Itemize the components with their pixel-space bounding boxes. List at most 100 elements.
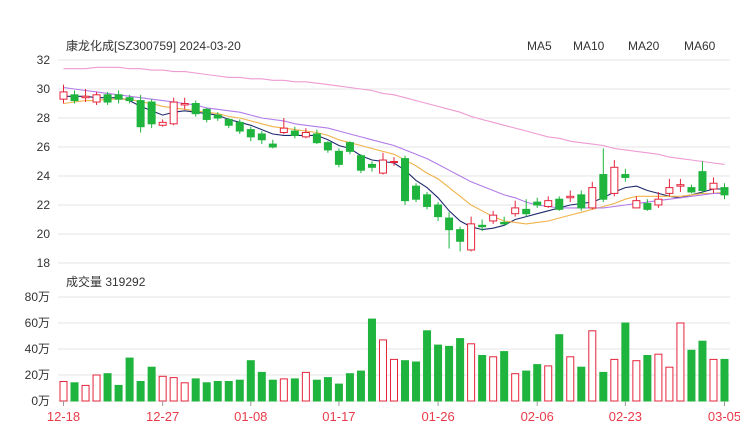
- candle: [566, 190, 575, 203]
- x-tick-label: 01-08: [234, 409, 267, 424]
- candle-body: [676, 184, 685, 187]
- volume-bar: [434, 344, 443, 402]
- volume-bar: [59, 381, 68, 402]
- volume-bar: [191, 378, 200, 402]
- volume-bar: [356, 370, 365, 402]
- legend-ma20: MA20: [628, 39, 660, 53]
- candle-body: [390, 161, 398, 163]
- candle-body: [202, 108, 211, 120]
- candle: [301, 128, 310, 139]
- candle-body: [268, 143, 277, 148]
- volume-bar: [323, 377, 332, 402]
- candle: [224, 118, 233, 129]
- volume-y-tick: 80万: [25, 290, 50, 304]
- price-y-tick: 20: [37, 227, 51, 241]
- candle-body: [180, 103, 189, 106]
- price-y-tick: 18: [37, 256, 51, 270]
- candle: [92, 91, 101, 105]
- candle: [434, 202, 443, 221]
- volume-bar: [312, 379, 321, 402]
- candle-body: [412, 185, 421, 200]
- x-tick-label: 12-27: [146, 409, 179, 424]
- x-axis-ticks: 12-18 12-27 01-08 01-17 01-26 02-06 02-23 03-05…: [47, 401, 740, 424]
- volume-bar: [114, 384, 123, 402]
- volume-bar: [378, 339, 387, 402]
- volume-bar: [654, 353, 663, 402]
- x-tick-label: 12-18: [47, 409, 80, 424]
- candle: [599, 148, 608, 203]
- price-y-axis-ticks: 32 30 28 26 24 22 20 18: [37, 53, 51, 270]
- volume-bar: [445, 345, 454, 402]
- candle: [665, 178, 674, 197]
- candle-body: [566, 195, 575, 199]
- volume-bar: [334, 383, 343, 402]
- candle-body: [478, 224, 487, 228]
- candle: [676, 178, 685, 192]
- candle: [257, 131, 266, 145]
- candle-body: [434, 204, 443, 218]
- candle: [456, 226, 465, 252]
- candle: [577, 190, 586, 211]
- candle: [467, 216, 476, 252]
- volume-bar: [147, 366, 156, 402]
- candle: [698, 161, 707, 194]
- candle: [544, 196, 553, 208]
- volume-bar: [566, 356, 575, 402]
- candle: [709, 177, 718, 194]
- volume-bar: [169, 377, 178, 402]
- volume-bar: [698, 340, 707, 402]
- candle-body: [467, 223, 476, 251]
- price-y-tick: 32: [37, 53, 51, 67]
- price-y-tick: 22: [37, 198, 51, 212]
- volume-bar: [367, 318, 376, 402]
- candle: [191, 100, 200, 117]
- candle: [610, 160, 619, 197]
- candle-body: [709, 182, 718, 190]
- volume-bar: [621, 322, 630, 402]
- volume-bar: [577, 366, 586, 402]
- candle: [555, 196, 564, 211]
- candle: [356, 154, 365, 174]
- volume-bar: [290, 378, 299, 402]
- candle-body: [103, 94, 112, 103]
- volume-bar: [401, 360, 410, 402]
- candle-body: [500, 221, 509, 225]
- candle-body: [555, 198, 564, 210]
- volume-y-tick: 20万: [25, 368, 50, 382]
- candle-body: [158, 121, 167, 126]
- volume-bar: [610, 358, 619, 402]
- candle-body: [378, 159, 387, 174]
- candle-body: [401, 158, 410, 202]
- volume-bar: [687, 349, 696, 402]
- candle: [720, 183, 729, 200]
- volume-bar: [643, 355, 652, 402]
- candle-body: [191, 103, 200, 115]
- candle: [169, 97, 178, 126]
- candle-body: [610, 166, 619, 194]
- volume-bar: [720, 358, 729, 402]
- volume-y-tick: 40万: [25, 342, 50, 356]
- volume-bar: [588, 330, 597, 402]
- candle-body: [511, 207, 520, 215]
- candle: [533, 197, 542, 208]
- candle: [345, 141, 354, 155]
- volume-title: 成交量 319292: [66, 274, 146, 289]
- candle-body: [345, 142, 354, 152]
- candle-body: [588, 187, 597, 209]
- volume-bar: [390, 358, 398, 402]
- candle-body: [632, 200, 641, 209]
- volume-bar: [279, 378, 288, 402]
- candle-body: [577, 194, 586, 209]
- candle: [687, 184, 696, 194]
- x-tick-label: 02-23: [609, 409, 642, 424]
- candle-body: [290, 130, 299, 136]
- volume-bar: [136, 381, 145, 402]
- legend: MA5 MA10 MA20 MA60: [527, 39, 716, 53]
- candle: [246, 126, 255, 142]
- candle-body: [533, 201, 542, 206]
- volume-bar: [544, 365, 553, 402]
- volume-y-tick: 60万: [25, 316, 50, 330]
- price-y-tick: 30: [37, 82, 51, 96]
- candle: [323, 141, 332, 153]
- candle-body: [489, 214, 498, 222]
